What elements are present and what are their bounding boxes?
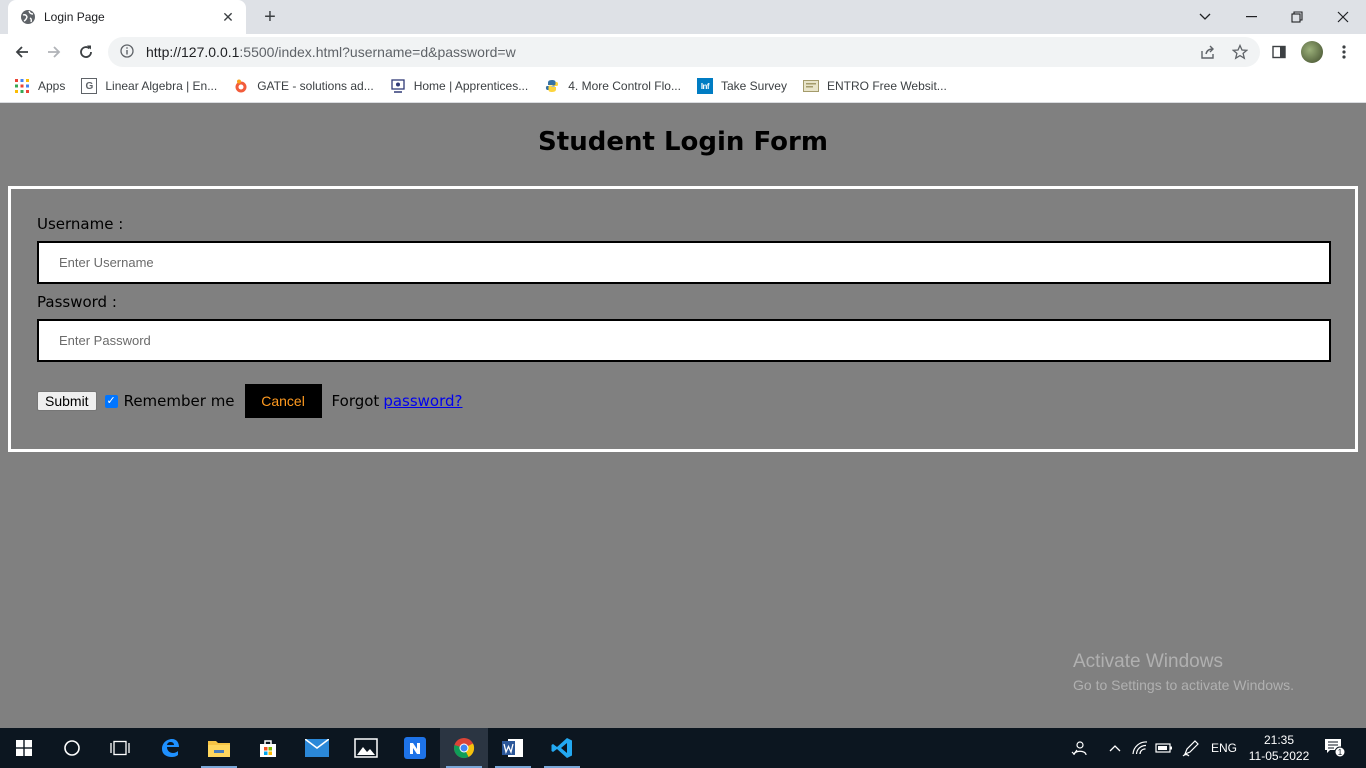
windows-taskbar: ENG 21:35 11-05-2022 1	[0, 728, 1366, 768]
people-icon[interactable]	[1066, 728, 1092, 768]
bookmark-control-flow[interactable]: 4. More Control Flo...	[544, 78, 681, 94]
info-icon[interactable]	[120, 43, 134, 61]
watermark-title: Activate Windows	[1073, 651, 1223, 672]
bookmark-label: GATE - solutions ad...	[257, 79, 374, 93]
bookmark-apps[interactable]: Apps	[14, 78, 65, 94]
nordpass-icon[interactable]	[391, 728, 439, 768]
restore-button[interactable]	[1274, 0, 1320, 34]
bookmark-entro[interactable]: ENTRO Free Websit...	[802, 78, 947, 94]
edge-browser-icon[interactable]	[146, 728, 194, 768]
tab-strip: Login Page ✕ +	[0, 0, 1366, 34]
vscode-icon[interactable]	[538, 728, 586, 768]
wifi-icon[interactable]	[1128, 728, 1152, 768]
bookmark-apprentices[interactable]: Home | Apprentices...	[390, 78, 529, 94]
infosys-logo-icon: Inf	[696, 78, 713, 94]
bookmark-label: Apps	[38, 79, 66, 93]
side-panel-icon[interactable]	[1265, 38, 1293, 66]
bookmark-take-survey[interactable]: Inf Take Survey	[696, 78, 787, 94]
g-letter-icon: G	[81, 78, 98, 94]
chrome-icon[interactable]	[440, 728, 488, 768]
pen-icon[interactable]	[1178, 728, 1204, 768]
password-label: Password :	[37, 293, 117, 311]
bookmark-label: Home | Apprentices...	[413, 79, 529, 93]
watermark-subtitle: Go to Settings to activate Windows.	[1073, 677, 1294, 693]
remember-me-label: Remember me	[123, 392, 235, 410]
share-icon[interactable]	[1194, 37, 1222, 67]
tab-search-icon[interactable]	[1182, 0, 1228, 34]
clock-time: 21:35	[1263, 733, 1295, 747]
globe-icon	[20, 9, 36, 25]
activate-windows-watermark: Activate Windows Go to Settings to activ…	[1073, 651, 1294, 693]
forward-arrow-icon[interactable]	[40, 38, 68, 66]
avatar	[1301, 41, 1323, 63]
close-window-button[interactable]	[1320, 0, 1366, 34]
bookmark-label: Take Survey	[720, 79, 787, 93]
entro-logo-icon	[802, 78, 819, 94]
forgot-label: Forgot	[331, 392, 380, 410]
language-indicator[interactable]: ENG	[1206, 728, 1242, 768]
forgot-password-link[interactable]: password?	[383, 392, 462, 410]
windows-start-icon[interactable]	[0, 728, 48, 768]
system-clock[interactable]: 21:35 11-05-2022	[1244, 732, 1314, 764]
battery-icon[interactable]	[1152, 728, 1176, 768]
word-icon[interactable]	[489, 728, 537, 768]
browser-toolbar: http://127.0.0.1:5500/index.html?usernam…	[0, 34, 1366, 70]
bookmark-star-icon[interactable]	[1226, 37, 1254, 67]
bookmark-label: 4. More Control Flo...	[568, 79, 681, 93]
page-title: Student Login Form	[538, 127, 828, 157]
password-input[interactable]	[37, 319, 1331, 362]
apprentice-logo-icon	[390, 78, 406, 94]
username-label: Username :	[37, 215, 124, 233]
page-content: Student Login Form Username : Password :…	[0, 103, 1366, 728]
task-view-icon[interactable]	[96, 728, 144, 768]
tab-title: Login Page	[44, 10, 105, 24]
bookmarks-bar: Apps G Linear Algebra | En... GATE - sol…	[0, 70, 1366, 103]
apps-grid-icon	[14, 78, 30, 94]
profile-avatar[interactable]	[1298, 38, 1326, 66]
store-icon[interactable]	[244, 728, 292, 768]
new-tab-button[interactable]: +	[258, 6, 282, 28]
reload-icon[interactable]	[72, 38, 100, 66]
cancel-button[interactable]: Cancel	[244, 384, 322, 418]
login-form: Username : Password : Submit ✓ Remember …	[8, 186, 1358, 452]
browser-tab[interactable]: Login Page ✕	[8, 0, 246, 34]
photos-icon[interactable]	[342, 728, 390, 768]
form-actions: Submit ✓ Remember me Cancel Forgot passwo…	[37, 384, 463, 418]
url-host: http://127.0.0.1	[146, 44, 240, 60]
gate-logo-icon	[233, 78, 249, 94]
file-explorer-icon[interactable]	[195, 728, 243, 768]
mail-icon[interactable]	[293, 728, 341, 768]
chevron-up-icon[interactable]	[1104, 728, 1126, 768]
username-input[interactable]	[37, 241, 1331, 284]
back-arrow-icon[interactable]	[8, 38, 36, 66]
remember-me-checkbox[interactable]: ✓	[104, 394, 118, 408]
notification-count: 1	[1338, 748, 1343, 757]
submit-button[interactable]: Submit	[37, 391, 97, 411]
more-menu-icon[interactable]	[1330, 38, 1358, 66]
clock-date: 11-05-2022	[1248, 749, 1310, 763]
search-icon[interactable]	[48, 728, 96, 768]
tab-close-icon[interactable]: ✕	[220, 9, 236, 25]
bookmark-gate[interactable]: GATE - solutions ad...	[233, 78, 374, 94]
bookmark-label: Linear Algebra | En...	[105, 79, 218, 93]
forgot-password-text: Forgot password?	[332, 392, 463, 410]
bookmark-linear-algebra[interactable]: G Linear Algebra | En...	[81, 78, 217, 94]
bookmark-label: ENTRO Free Websit...	[826, 79, 947, 93]
url-path: :5500/index.html?username=d&password=w	[239, 44, 516, 60]
minimize-button[interactable]	[1228, 0, 1274, 34]
python-logo-icon	[544, 78, 560, 94]
url-text: http://127.0.0.1:5500/index.html?usernam…	[146, 44, 516, 60]
address-bar[interactable]: http://127.0.0.1:5500/index.html?usernam…	[108, 37, 1260, 67]
notification-center-icon[interactable]: 1	[1320, 728, 1350, 768]
